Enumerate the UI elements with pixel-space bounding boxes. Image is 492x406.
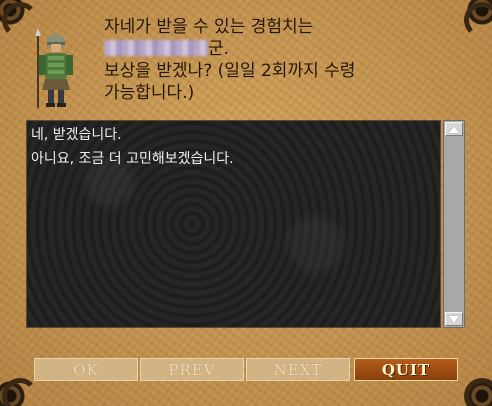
next-button[interactable]: NEXT [246, 358, 350, 381]
message-line-3: 보상을 받겠나? (일일 2회까지 수령 [104, 61, 356, 81]
corner-ornament-icon [460, 0, 492, 38]
corner-ornament-icon [460, 374, 492, 406]
message-line-4: 가능합니다.) [104, 83, 195, 103]
reply-scrollbar[interactable] [443, 120, 465, 328]
reply-decline[interactable]: 아니요, 조금 더 고민해보겠습니다. [31, 147, 436, 171]
soldier-npc-icon [35, 28, 73, 108]
npc-dialog-window: 자네가 받을 수 있는 경험치는 군. 보상을 받겠나? (일일 2회까지 수령… [0, 0, 492, 406]
scroll-up-button[interactable] [445, 122, 463, 136]
message-line-2-suffix: 군. [208, 39, 230, 59]
npc-message: 자네가 받을 수 있는 경험치는 군. 보상을 받겠나? (일일 2회까지 수령… [104, 16, 434, 104]
reply-list: 네, 받겠습니다. 아니요, 조금 더 고민해보겠습니다. [26, 120, 441, 328]
reply-accept[interactable]: 네, 받겠습니다. [31, 123, 436, 147]
message-line-1: 자네가 받을 수 있는 경험치는 [104, 17, 314, 37]
quit-button[interactable]: QUIT [354, 358, 458, 381]
arrow-up-icon [449, 125, 459, 133]
ok-button[interactable]: OK [34, 358, 138, 381]
arrow-down-icon [449, 315, 459, 323]
censored-exp-amount [104, 40, 208, 56]
prev-button[interactable]: PREV [140, 358, 244, 381]
scroll-down-button[interactable] [445, 312, 463, 326]
corner-ornament-icon [0, 374, 38, 406]
